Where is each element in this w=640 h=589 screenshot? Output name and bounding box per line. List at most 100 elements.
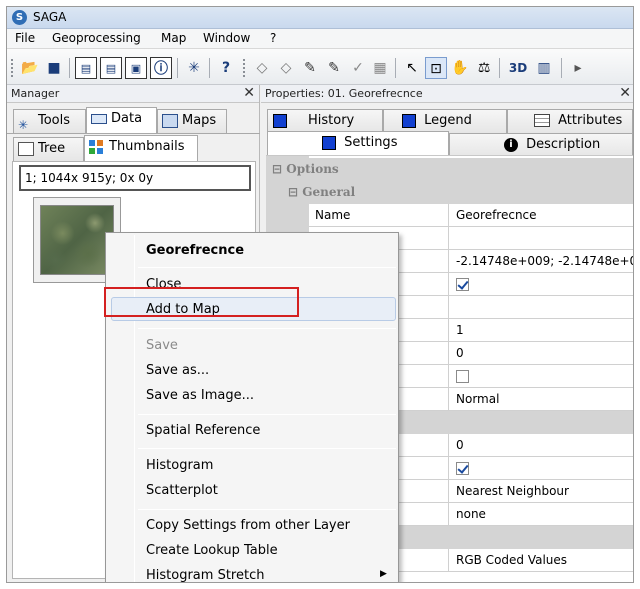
- layer-icon[interactable]: ▦: [369, 57, 391, 79]
- checkbox-unchecked[interactable]: [456, 370, 469, 383]
- menu-window[interactable]: Window: [203, 31, 250, 45]
- diamond-icon[interactable]: ◇: [251, 57, 273, 79]
- menu-item-spatial-reference[interactable]: Spatial Reference: [146, 423, 260, 438]
- row-value[interactable]: -2.14748e+009; -2.14748e+00: [449, 250, 633, 273]
- data-icon: [91, 113, 107, 124]
- row-value[interactable]: [449, 457, 633, 480]
- group-general[interactable]: ⊟ General: [266, 181, 633, 204]
- title-bar: S SAGA: [7, 7, 633, 29]
- more-icon[interactable]: ▸: [567, 57, 589, 79]
- row-value[interactable]: 0: [449, 342, 633, 365]
- zoom-icon[interactable]: ⊡: [425, 57, 447, 79]
- tab-maps[interactable]: Maps: [157, 109, 227, 133]
- tab-legend[interactable]: Legend: [383, 109, 507, 133]
- map-icon[interactable]: ▣: [125, 57, 147, 79]
- tab-tree[interactable]: Tree: [13, 137, 84, 161]
- row-value[interactable]: [449, 273, 633, 296]
- diamond2-icon[interactable]: ◇: [275, 57, 297, 79]
- tab-data[interactable]: Data: [86, 107, 157, 133]
- tab-attributes[interactable]: Attributes: [507, 109, 633, 133]
- toolbar: 📂 ■ ▤ ▤ ▣ ⓘ ✳ ? ◇ ◇ ✎ ✎ ✓ ▦ ↖ ⊡ ✋ ⚖ 3D ▥…: [7, 49, 633, 85]
- row-value[interactable]: [449, 365, 633, 388]
- table-icon: [534, 114, 550, 127]
- edit2-icon[interactable]: ✎: [323, 57, 345, 79]
- menu-item-save: Save: [146, 338, 178, 353]
- tab-label: Tools: [38, 113, 71, 128]
- row-value[interactable]: RGB Coded Values: [449, 549, 633, 572]
- menu-separator: [138, 509, 396, 510]
- collapse-icon[interactable]: ⊟: [288, 185, 298, 199]
- edit-icon[interactable]: ✎: [299, 57, 321, 79]
- checkbox-checked[interactable]: [456, 278, 469, 291]
- tab-thumbnails[interactable]: Thumbnails: [84, 135, 198, 161]
- tab-label: Legend: [424, 113, 472, 128]
- thumbnails-icon: [89, 139, 105, 154]
- menu-item-save-as[interactable]: Save as...: [146, 363, 209, 378]
- menu-geoprocessing[interactable]: Geoprocessing: [52, 31, 141, 45]
- tool-icon[interactable]: ✳: [183, 57, 205, 79]
- tab-tools[interactable]: ✳ Tools: [13, 109, 86, 133]
- arrow-icon[interactable]: ↖: [401, 57, 423, 79]
- menu-separator: [138, 414, 396, 415]
- menu-map[interactable]: Map: [161, 31, 186, 45]
- menu-item-save-as-image[interactable]: Save as Image...: [146, 388, 254, 403]
- context-menu: Georefrecnce Close Add to Map Save Save …: [105, 232, 399, 582]
- row-value[interactable]: Georefrecnce: [449, 204, 633, 227]
- toolbar-separator: [69, 58, 70, 78]
- legend-icon: [402, 113, 416, 128]
- help-icon[interactable]: ?: [215, 57, 237, 79]
- save-icon[interactable]: ■: [43, 57, 65, 79]
- properties-title: Properties: 01. Georefrecnce: [265, 87, 423, 100]
- tile-icon[interactable]: ▤: [75, 57, 97, 79]
- menu-item-scatterplot[interactable]: Scatterplot: [146, 483, 218, 498]
- tab-settings[interactable]: Settings: [267, 131, 449, 157]
- menu-item-create-lookup-table[interactable]: Create Lookup Table: [146, 543, 278, 558]
- tab-label: History: [308, 113, 355, 128]
- histogram-icon[interactable]: ▥: [533, 57, 555, 79]
- group-label: Options: [286, 162, 339, 176]
- group-options[interactable]: ⊟ Options: [266, 158, 633, 181]
- toolbar-separator: [499, 58, 500, 78]
- row-value[interactable]: [449, 227, 633, 250]
- menu-file[interactable]: File: [15, 31, 35, 45]
- tile2-icon[interactable]: ▤: [100, 57, 122, 79]
- tools-icon: ✳: [18, 117, 29, 132]
- tab-label: Settings: [344, 135, 398, 150]
- info-icon[interactable]: ⓘ: [150, 57, 172, 79]
- app-window: S SAGA File Geoprocessing Map Window ? 📂…: [6, 6, 634, 583]
- check-icon[interactable]: ✓: [347, 57, 369, 79]
- close-icon[interactable]: ✕: [619, 85, 631, 101]
- tab-label: Attributes: [558, 113, 623, 128]
- pan-icon[interactable]: ✋: [449, 57, 471, 79]
- settings-icon: [322, 135, 336, 150]
- open-icon[interactable]: 📂: [19, 57, 41, 79]
- grid-info: 1; 1044x 915y; 0x 0y: [19, 165, 251, 191]
- menu-title: Georefrecnce: [146, 243, 245, 258]
- menu-help[interactable]: ?: [270, 31, 276, 45]
- tab-description[interactable]: i Description: [449, 133, 633, 157]
- row-value[interactable]: none: [449, 503, 633, 526]
- manager-header: Manager ✕: [7, 85, 259, 103]
- menu-item-histogram[interactable]: Histogram: [146, 458, 213, 473]
- tab-label: Tree: [38, 141, 66, 156]
- collapse-icon[interactable]: ⊟: [272, 162, 282, 176]
- menu-item-histogram-stretch[interactable]: Histogram Stretch: [146, 568, 264, 582]
- row-value[interactable]: 0: [449, 434, 633, 457]
- checkbox-checked[interactable]: [456, 462, 469, 475]
- toolbar-grip[interactable]: [243, 59, 246, 77]
- row-value[interactable]: Normal: [449, 388, 633, 411]
- row-value[interactable]: Nearest Neighbour: [449, 480, 633, 503]
- submenu-arrow-icon: ▶: [380, 569, 387, 579]
- table-row[interactable]: Name Georefrecnce: [266, 204, 633, 227]
- menu-item-copy-settings[interactable]: Copy Settings from other Layer: [146, 518, 350, 533]
- tab-divider: [7, 133, 260, 134]
- tree-icon: [18, 141, 34, 156]
- close-icon[interactable]: ✕: [243, 85, 255, 101]
- tab-history[interactable]: History: [267, 109, 383, 133]
- menu-separator: [138, 328, 396, 329]
- 3d-icon[interactable]: 3D: [505, 57, 531, 79]
- row-value[interactable]: [449, 296, 633, 319]
- measure-icon[interactable]: ⚖: [473, 57, 495, 79]
- toolbar-grip[interactable]: [11, 59, 14, 77]
- row-value[interactable]: 1: [449, 319, 633, 342]
